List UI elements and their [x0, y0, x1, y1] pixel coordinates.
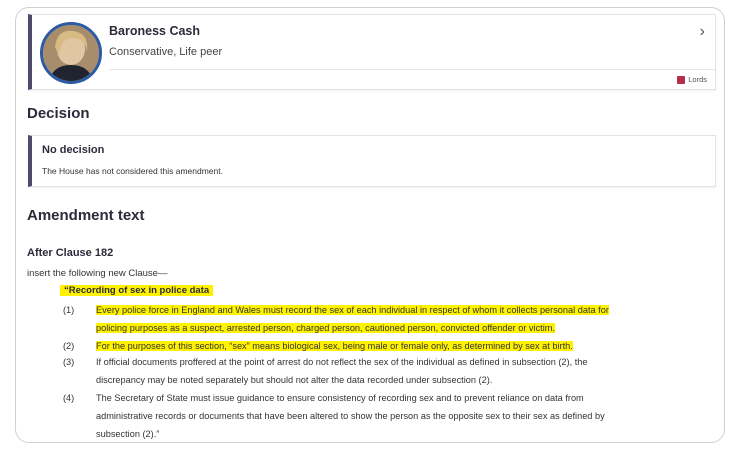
- decision-title: No decision: [42, 144, 105, 156]
- paragraph-3: (3) If official documents proffered at t…: [63, 353, 713, 389]
- member-card[interactable]: Baroness Cash Conservative, Life peer › …: [28, 14, 716, 90]
- avatar: [40, 22, 102, 84]
- portcullis-icon: [677, 75, 686, 84]
- paragraph-line: If official documents proffered at the p…: [96, 357, 588, 367]
- amendment-panel: Baroness Cash Conservative, Life peer › …: [15, 7, 725, 443]
- paragraph-line: For the purposes of this section, “sex” …: [96, 341, 573, 351]
- paragraph-line: Every police force in England and Wales …: [96, 305, 609, 315]
- house-tag-label: Lords: [688, 75, 707, 84]
- card-divider: [109, 69, 715, 70]
- insert-instruction: insert the following new Clause—: [27, 268, 168, 279]
- paragraph-line: policing purposes as a suspect, arrested…: [96, 323, 555, 333]
- paragraph-1: (1) Every police force in England and Wa…: [63, 301, 713, 337]
- paragraph-line: discrepancy may be noted separately but …: [96, 375, 493, 385]
- paragraph-number: (1): [63, 305, 75, 315]
- member-photo: [43, 25, 99, 81]
- member-party: Conservative, Life peer: [109, 46, 223, 58]
- decision-heading: Decision: [27, 105, 90, 122]
- paragraph-line: administrative records or documents that…: [96, 411, 605, 421]
- chevron-right-icon[interactable]: ›: [700, 23, 705, 41]
- decision-box: No decision The House has not considered…: [28, 135, 716, 187]
- after-clause-label: After Clause 182: [27, 247, 114, 259]
- paragraph-number: (4): [63, 393, 75, 403]
- paragraph-line: The Secretary of State must issue guidan…: [96, 393, 584, 403]
- decision-text: The House has not considered this amendm…: [42, 166, 223, 176]
- house-tag: Lords: [677, 75, 707, 84]
- paragraph-line: subsection (2).”: [96, 429, 160, 439]
- clause-title: “Recording of sex in police data: [60, 285, 214, 296]
- amendment-text-heading: Amendment text: [27, 207, 145, 224]
- paragraph-4: (4) The Secretary of State must issue gu…: [63, 389, 713, 442]
- member-name[interactable]: Baroness Cash: [109, 24, 200, 38]
- paragraph-number: (3): [63, 357, 75, 367]
